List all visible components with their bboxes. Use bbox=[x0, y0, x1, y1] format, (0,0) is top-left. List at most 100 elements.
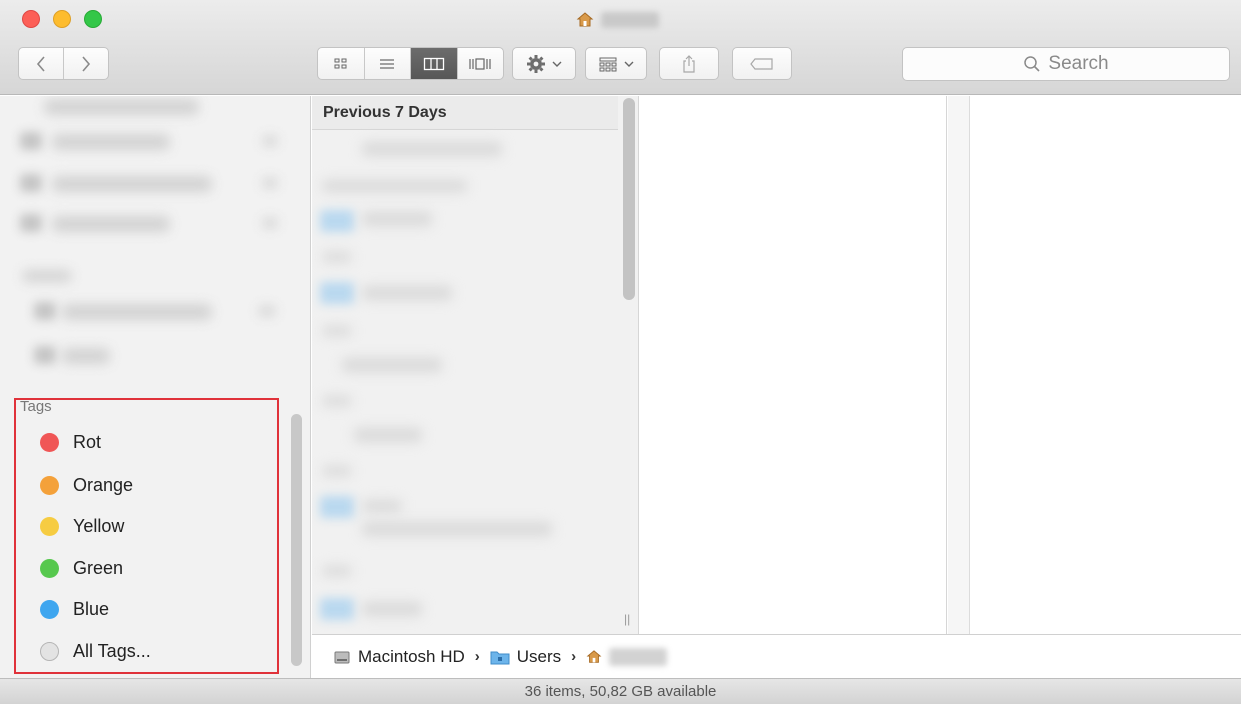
path-bar: Macintosh HD › Users › bbox=[312, 634, 1241, 678]
cover-flow-button[interactable] bbox=[458, 48, 504, 79]
sidebar-item-redacted[interactable] bbox=[52, 216, 170, 232]
list-item bbox=[322, 396, 352, 406]
red-dot-icon bbox=[40, 432, 59, 452]
path-item-users[interactable]: Users bbox=[517, 647, 561, 667]
tag-label: All Tags... bbox=[73, 640, 151, 661]
share-icon bbox=[683, 54, 695, 73]
list-item[interactable] bbox=[362, 212, 432, 226]
sidebar-eject-redacted[interactable] bbox=[262, 218, 278, 228]
list-item[interactable] bbox=[362, 522, 552, 536]
sidebar-eject-redacted[interactable] bbox=[262, 136, 278, 146]
sidebar-icon-redacted bbox=[20, 214, 42, 232]
sidebar-icon-redacted bbox=[20, 132, 42, 150]
column-resize-handle[interactable]: || bbox=[624, 612, 630, 626]
column-1-scrollbar[interactable] bbox=[623, 98, 635, 300]
view-mode-group bbox=[317, 47, 504, 80]
status-bar: 36 items, 50,82 GB available bbox=[0, 678, 1241, 704]
tag-label: Orange bbox=[73, 474, 134, 495]
sidebar-item-redacted[interactable] bbox=[52, 176, 212, 192]
status-text: 36 items, 50,82 GB available bbox=[524, 683, 717, 700]
path-item-macintosh-hd[interactable]: Macintosh HD bbox=[358, 647, 465, 667]
list-item[interactable] bbox=[362, 142, 502, 156]
path-separator-icon: › bbox=[474, 648, 480, 665]
coverflow-icon bbox=[469, 57, 491, 70]
blue-dot-icon bbox=[40, 599, 59, 619]
sidebar-item-redacted[interactable] bbox=[62, 304, 212, 320]
home-icon[interactable] bbox=[586, 649, 602, 665]
folder-icon bbox=[320, 210, 354, 232]
sidebar-scrollbar[interactable] bbox=[291, 414, 302, 666]
window-title-redacted bbox=[601, 12, 659, 28]
chevron-down-icon bbox=[624, 61, 634, 67]
tag-label: Rot bbox=[73, 431, 102, 452]
list-item bbox=[322, 326, 352, 336]
zoom-button[interactable] bbox=[84, 10, 102, 28]
search-placeholder: Search bbox=[1048, 53, 1109, 74]
tag-item-blue[interactable]: Blue bbox=[40, 595, 109, 623]
tags-heading: Tags bbox=[20, 398, 52, 415]
tag-item-orange[interactable]: Orange bbox=[40, 471, 133, 499]
folder-icon bbox=[490, 651, 510, 664]
list-item[interactable] bbox=[362, 500, 402, 512]
navigation-group bbox=[18, 47, 109, 80]
tag-icon bbox=[750, 57, 773, 70]
search-input[interactable]: Search bbox=[902, 47, 1230, 81]
sidebar-item-redacted[interactable] bbox=[52, 134, 170, 150]
home-icon bbox=[575, 10, 595, 30]
list-item[interactable] bbox=[354, 428, 422, 442]
hard-drive-icon bbox=[334, 651, 350, 663]
list-item bbox=[322, 252, 352, 262]
browser-column-3 bbox=[971, 96, 1241, 634]
minimize-button[interactable] bbox=[53, 10, 71, 28]
column-divider[interactable] bbox=[948, 96, 970, 634]
path-item-home-redacted[interactable] bbox=[609, 647, 668, 666]
finder-window: Search Tags Rot Orange Yellow Green Blue… bbox=[0, 0, 1241, 704]
action-menu-button[interactable] bbox=[512, 47, 576, 80]
back-button[interactable] bbox=[19, 48, 64, 79]
gear-icon bbox=[527, 54, 545, 73]
folder-icon bbox=[320, 282, 354, 304]
sidebar-eject-redacted[interactable] bbox=[258, 306, 276, 316]
search-icon bbox=[1024, 56, 1040, 72]
forward-button[interactable] bbox=[64, 48, 108, 79]
column-view-button[interactable] bbox=[411, 48, 458, 79]
grid-icon bbox=[334, 58, 347, 68]
arrange-icon bbox=[599, 57, 617, 71]
arrange-button[interactable] bbox=[585, 47, 647, 80]
tag-label: Green bbox=[73, 557, 124, 578]
list-view-button[interactable] bbox=[365, 48, 411, 79]
toolbar: Search bbox=[0, 0, 1241, 95]
sidebar-eject-redacted[interactable] bbox=[262, 178, 278, 188]
sidebar-icon-redacted bbox=[20, 174, 42, 192]
browser-column-2 bbox=[640, 96, 947, 634]
tag-label: Blue bbox=[73, 598, 110, 619]
list-icon bbox=[380, 58, 395, 69]
tag-item-green[interactable]: Green bbox=[40, 554, 123, 582]
chevron-right-icon bbox=[82, 55, 91, 72]
icon-view-button[interactable] bbox=[318, 48, 365, 79]
yellow-dot-icon bbox=[40, 516, 59, 536]
path-separator-icon: › bbox=[571, 648, 577, 665]
share-button[interactable] bbox=[659, 47, 719, 80]
sidebar-icon-redacted bbox=[34, 346, 56, 364]
sidebar-item-redacted[interactable] bbox=[44, 99, 199, 115]
toggle-icon bbox=[40, 641, 59, 661]
tag-item-all-tags[interactable]: All Tags... bbox=[40, 637, 151, 665]
folder-icon bbox=[320, 598, 354, 620]
tag-item-yellow[interactable]: Yellow bbox=[40, 512, 124, 540]
tag-label: Yellow bbox=[73, 515, 125, 536]
orange-dot-icon bbox=[40, 475, 59, 495]
list-item[interactable] bbox=[362, 286, 452, 300]
window-title bbox=[575, 9, 659, 31]
green-dot-icon bbox=[40, 558, 59, 578]
tag-item-rot[interactable]: Rot bbox=[40, 428, 101, 456]
sidebar-icon-redacted bbox=[34, 302, 56, 320]
sidebar-heading-redacted bbox=[22, 270, 72, 282]
list-item bbox=[322, 180, 467, 192]
folder-icon bbox=[320, 496, 354, 518]
sidebar-item-redacted[interactable] bbox=[62, 348, 110, 364]
list-item[interactable] bbox=[362, 602, 422, 616]
tag-button[interactable] bbox=[732, 47, 792, 80]
list-item[interactable] bbox=[342, 358, 442, 372]
close-button[interactable] bbox=[22, 10, 40, 28]
